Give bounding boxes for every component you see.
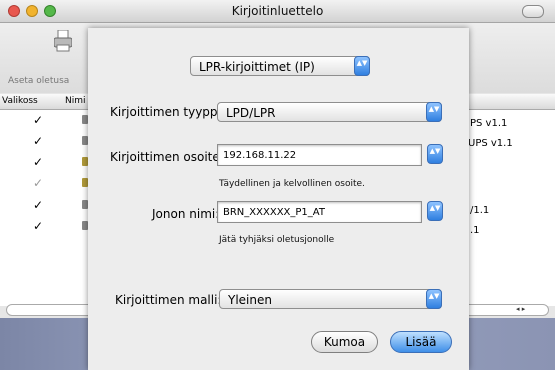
make-default-label[interactable]: Aseta oletusa xyxy=(8,76,69,86)
queue-name-field[interactable]: BRN_XXXXXX_P1_AT xyxy=(217,201,422,223)
scroll-right-icon[interactable]: ▸ xyxy=(522,305,526,313)
printer-address-label: Kirjoittimen osoite: xyxy=(110,150,224,164)
row-checkbox[interactable]: ✓ xyxy=(33,177,43,189)
updown-arrows-icon: ▲▼ xyxy=(427,144,443,164)
printer-model-popup[interactable]: Yleinen ▲▼ xyxy=(219,289,442,309)
row-checkbox[interactable]: ✓ xyxy=(33,220,43,232)
scroll-arrows[interactable]: ◂ ▸ xyxy=(516,305,540,315)
cancel-button[interactable]: Kumoa xyxy=(311,331,378,353)
scroll-left-icon[interactable]: ◂ xyxy=(516,305,520,313)
printer-icon[interactable] xyxy=(53,29,73,52)
add-printer-sheet xyxy=(88,28,469,370)
updown-arrows-icon: ▲▼ xyxy=(427,201,443,221)
printer-type-popup[interactable]: LPD/LPR ▲▼ xyxy=(217,102,442,122)
printer-address-field[interactable]: 192.168.11.22 xyxy=(217,144,422,166)
queue-name-label: Jonon nimi: xyxy=(152,207,220,221)
printer-address-value: 192.168.11.22 xyxy=(223,150,297,161)
row-checkbox[interactable]: ✓ xyxy=(33,156,43,168)
printer-kind-text: UPS v1.1 xyxy=(468,138,513,149)
title-bar[interactable]: Kirjoitinluettelo xyxy=(0,0,555,23)
updown-arrows-icon: ▲▼ xyxy=(354,56,370,76)
row-checkbox[interactable]: ✓ xyxy=(33,135,43,147)
window-title: Kirjoitinluettelo xyxy=(231,4,324,18)
printer-model-value: Yleinen xyxy=(228,293,272,307)
connection-type-popup[interactable]: LPR-kirjoittimet (IP) ▲▼ xyxy=(190,56,370,76)
add-button[interactable]: Lisää xyxy=(390,331,452,353)
column-header-in-menu[interactable]: Valikoss xyxy=(2,96,38,106)
printer-kind-text: .1 xyxy=(470,225,480,236)
queue-name-value: BRN_XXXXXX_P1_AT xyxy=(223,207,325,218)
printer-type-value: LPD/LPR xyxy=(226,106,276,120)
toolbar-toggle-button[interactable] xyxy=(522,5,544,18)
address-hint: Täydellinen ja kelvollinen osoite. xyxy=(219,179,365,189)
column-header-name[interactable]: Nimi xyxy=(65,96,86,106)
row-checkbox[interactable]: ✓ xyxy=(33,114,43,126)
queue-history-popup[interactable]: ▲▼ xyxy=(426,201,443,222)
address-history-popup[interactable]: ▲▼ xyxy=(426,144,443,165)
printer-type-label: Kirjoittimen tyyppi: xyxy=(110,105,225,119)
connection-type-value: LPR-kirjoittimet (IP) xyxy=(199,60,315,74)
printer-kind-text: /1.1 xyxy=(470,205,490,216)
updown-arrows-icon: ▲▼ xyxy=(426,289,442,309)
printer-model-label: Kirjoittimen malli: xyxy=(115,293,222,307)
updown-arrows-icon: ▲▼ xyxy=(426,102,442,122)
queue-hint: Jätä tyhjäksi oletusjonolle xyxy=(219,235,335,245)
printer-kind-text: PS v1.1 xyxy=(470,118,508,129)
row-checkbox[interactable]: ✓ xyxy=(33,199,43,211)
